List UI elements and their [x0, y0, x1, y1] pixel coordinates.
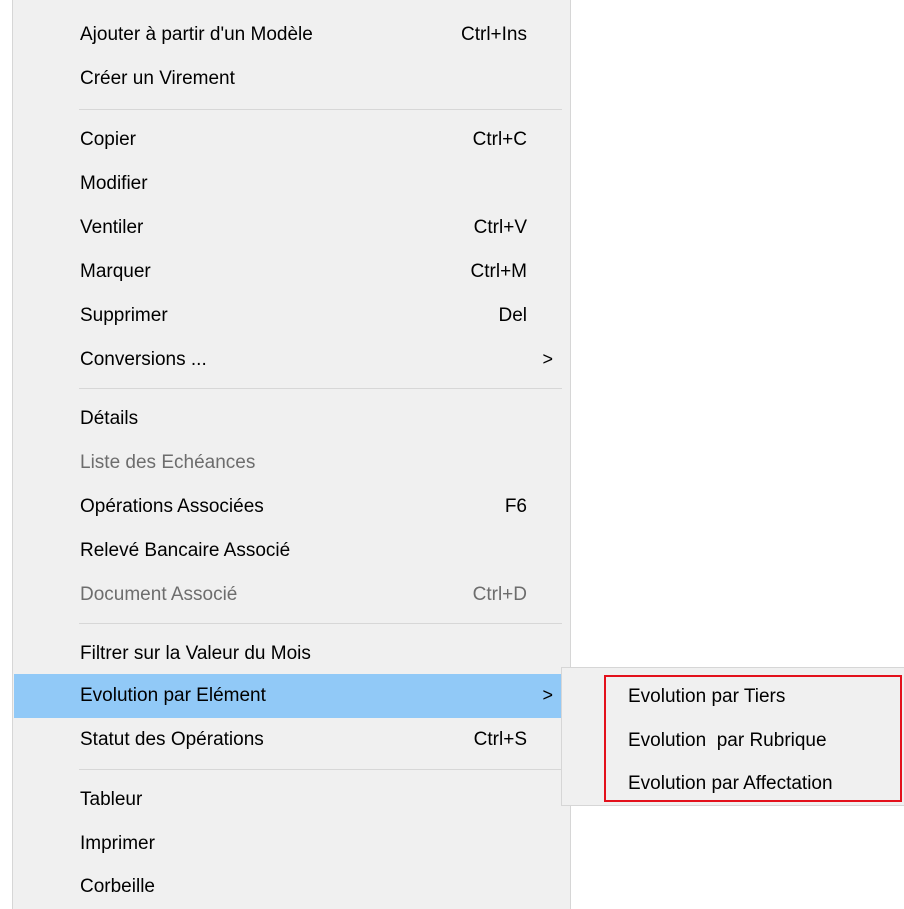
menu-item-label: Filtrer sur la Valeur du Mois — [80, 643, 311, 664]
menu-item-label: Liste des Echéances — [80, 452, 256, 473]
menu-item-shortcut: Ctrl+D — [472, 584, 527, 605]
menu-item-label: Corbeille — [80, 876, 155, 897]
menu-item-marquer[interactable]: Marquer Ctrl+M — [14, 250, 569, 294]
menu-item-shortcut: Ctrl+C — [472, 129, 527, 150]
menu-item-label: Tableur — [80, 789, 143, 810]
menu-item-evolution-par-element[interactable]: Evolution par Elément > — [14, 674, 569, 718]
menu-item-shortcut: Ctrl+M — [470, 261, 527, 282]
menu-item-label: Copier — [80, 129, 136, 150]
chevron-right-icon: > — [542, 349, 553, 369]
menu-item-filtrer-valeur-mois[interactable]: Filtrer sur la Valeur du Mois — [14, 632, 569, 676]
menu-item-statut-operations[interactable]: Statut des Opérations Ctrl+S — [14, 718, 569, 762]
menu-item-label: Imprimer — [80, 833, 155, 854]
menu-item-imprimer[interactable]: Imprimer — [14, 822, 569, 866]
menu-item-label: Opérations Associées — [80, 496, 264, 517]
menu-item-shortcut: F6 — [504, 496, 527, 517]
menu-item-tableur[interactable]: Tableur — [14, 778, 569, 822]
menu-item-conversions[interactable]: Conversions ... > — [14, 338, 569, 382]
menu-separator — [79, 388, 562, 389]
menu-item-label: Relevé Bancaire Associé — [80, 540, 291, 561]
menu-item-label: Marquer — [80, 261, 151, 282]
menu-separator — [79, 769, 562, 770]
menu-item-label: Document Associé — [80, 584, 238, 605]
menu-separator — [79, 623, 562, 624]
menu-item-label: Ventiler — [80, 217, 144, 238]
menu-item-label: Statut des Opérations — [80, 729, 264, 750]
menu-item-shortcut: Ctrl+S — [473, 729, 527, 750]
annotation-highlight-box — [604, 675, 902, 802]
menu-item-label: Evolution par Elément — [80, 685, 266, 706]
context-menu: Ajouter à partir d'un Modèle Ctrl+Ins Cr… — [12, 0, 571, 909]
menu-item-releve-bancaire[interactable]: Relevé Bancaire Associé — [14, 529, 569, 573]
menu-separator — [79, 109, 562, 110]
menu-item-supprimer[interactable]: Supprimer Del — [14, 294, 569, 338]
menu-item-label: Supprimer — [80, 305, 168, 326]
menu-item-label: Ajouter à partir d'un Modèle — [80, 24, 313, 45]
menu-item-liste-echeances: Liste des Echéances — [14, 441, 569, 485]
menu-item-label: Conversions ... — [80, 349, 207, 370]
menu-item-label: Modifier — [80, 173, 148, 194]
menu-item-modifier[interactable]: Modifier — [14, 162, 569, 206]
menu-item-document-associe: Document Associé Ctrl+D — [14, 573, 569, 617]
menu-item-shortcut: Del — [498, 305, 527, 326]
menu-item-creer-virement[interactable]: Créer un Virement — [14, 57, 569, 101]
menu-item-label: Détails — [80, 408, 139, 429]
chevron-right-icon: > — [542, 685, 553, 705]
menu-item-details[interactable]: Détails — [14, 397, 569, 441]
menu-item-label: Créer un Virement — [80, 68, 235, 89]
menu-item-shortcut: Ctrl+V — [473, 217, 527, 238]
menu-item-shortcut: Ctrl+Ins — [461, 24, 527, 45]
menu-item-ventiler[interactable]: Ventiler Ctrl+V — [14, 206, 569, 250]
menu-item-operations-associees[interactable]: Opérations Associées F6 — [14, 485, 569, 529]
menu-item-ajouter-modele[interactable]: Ajouter à partir d'un Modèle Ctrl+Ins — [14, 13, 569, 57]
menu-item-corbeille[interactable]: Corbeille — [14, 865, 569, 909]
menu-item-copier[interactable]: Copier Ctrl+C — [14, 118, 569, 162]
